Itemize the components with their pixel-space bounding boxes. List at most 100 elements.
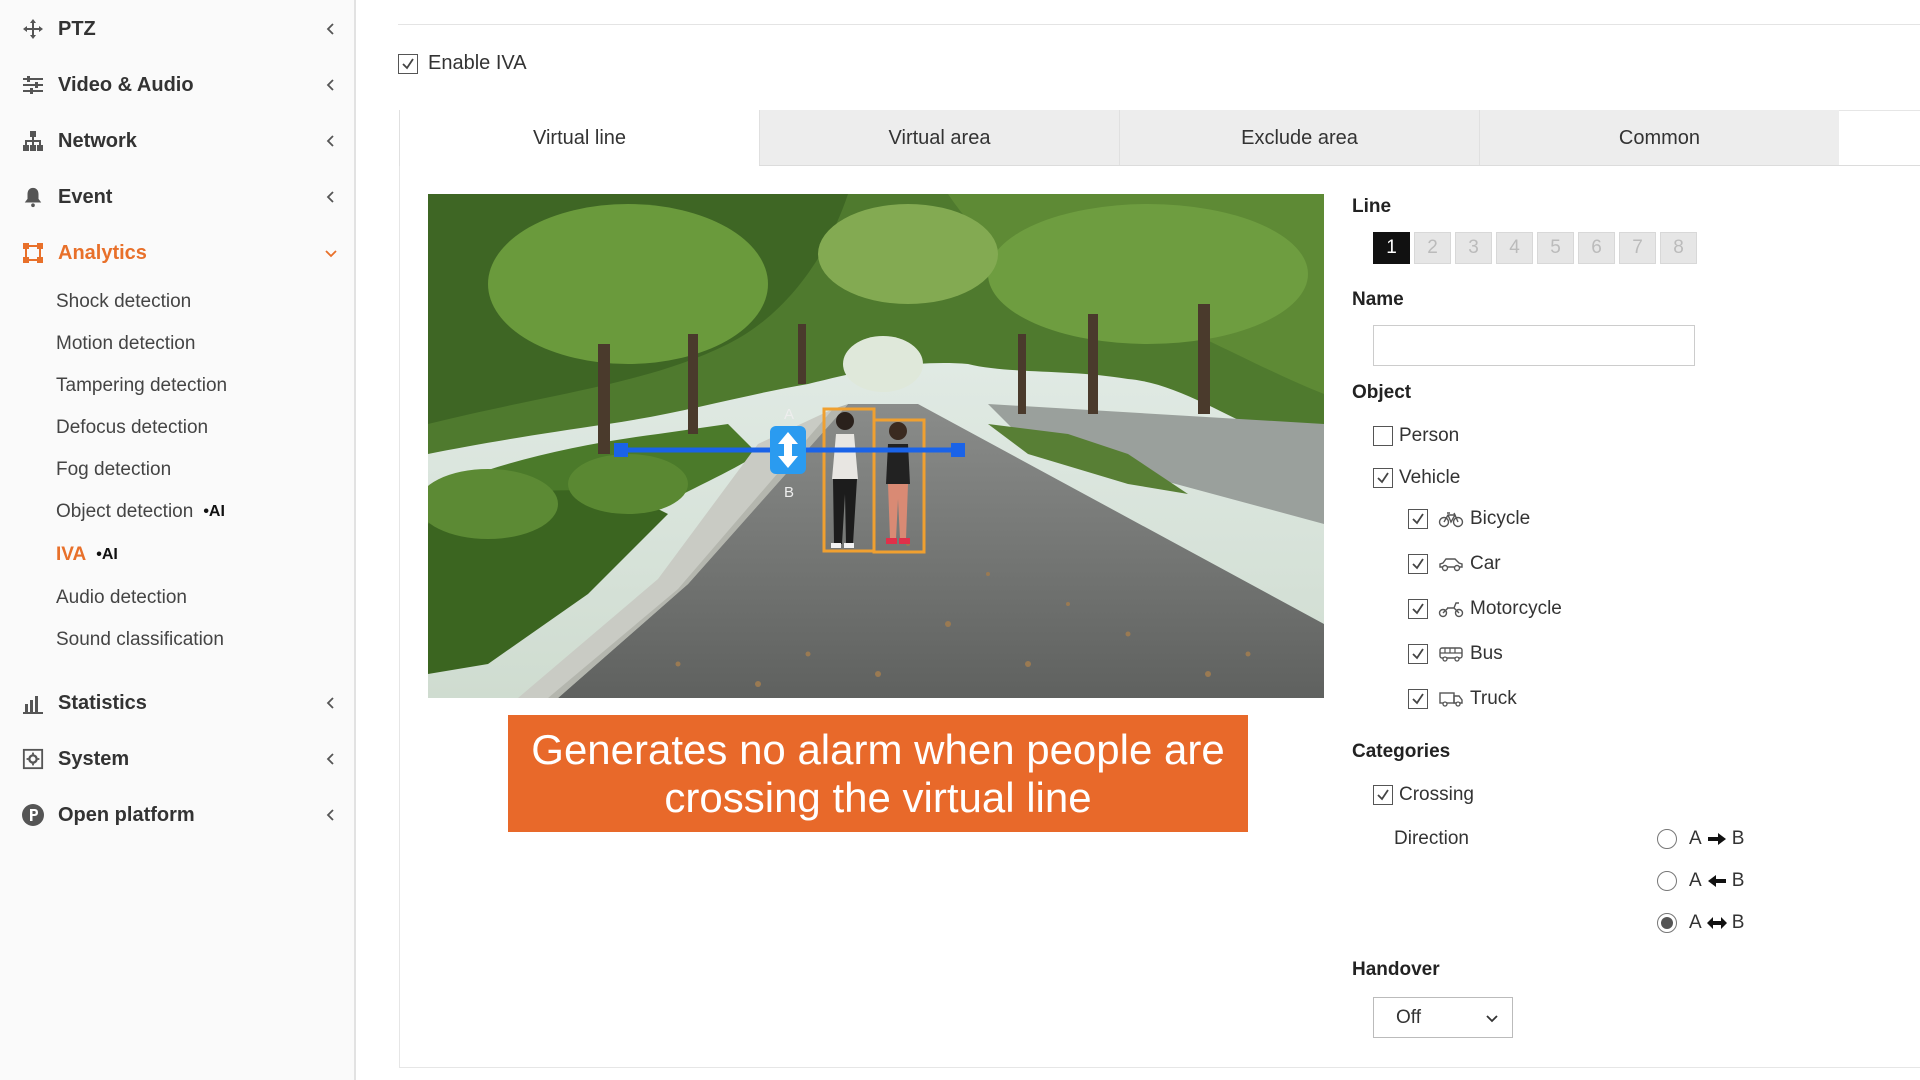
line-button-8[interactable]: 8 [1660, 232, 1697, 264]
sidebar-item-label: System [58, 747, 130, 770]
sidebar-subitem-object-detection[interactable]: Object detection •AI [56, 495, 225, 529]
sidebar-subitem-sound-classification[interactable]: Sound classification [56, 623, 224, 657]
line-section-title: Line [1352, 196, 1392, 217]
chevron-down-icon [1486, 1015, 1498, 1023]
sidebar-item-label: Video & Audio [58, 73, 194, 96]
line-endpoint-handle[interactable] [951, 443, 965, 457]
bicycle-option[interactable]: Bicycle [1408, 508, 1530, 530]
tab-virtual-line[interactable]: Virtual line [399, 110, 759, 166]
direction-b-to-a[interactable]: A B [1657, 870, 1744, 892]
car-label: Car [1470, 553, 1501, 574]
sidebar-item-label: Statistics [58, 691, 147, 714]
sidebar-item-open-platform[interactable]: Open platform [0, 791, 356, 839]
left-arrow-icon [1707, 875, 1726, 887]
direction-to: B [1731, 912, 1745, 933]
subitem-label: Tampering detection [56, 375, 228, 396]
direction-radio-selected[interactable] [1657, 913, 1677, 933]
direction-from: A [1689, 828, 1702, 849]
direction-radio[interactable] [1657, 871, 1677, 891]
truck-checkbox[interactable] [1408, 689, 1428, 709]
line-label-b: B [784, 484, 794, 501]
person-label: Person [1399, 425, 1460, 446]
chevron-left-icon [322, 76, 340, 94]
bus-option[interactable]: Bus [1408, 643, 1503, 665]
crossing-checkbox[interactable] [1373, 785, 1393, 805]
bus-label: Bus [1470, 643, 1503, 664]
sidebar-subitem-motion-detection[interactable]: Motion detection [56, 327, 195, 361]
subitem-label: Sound classification [56, 629, 224, 650]
top-divider [398, 24, 1920, 25]
truck-option[interactable]: Truck [1408, 688, 1517, 710]
direction-a-to-b[interactable]: A B [1657, 828, 1744, 850]
sidebar-subitem-defocus-detection[interactable]: Defocus detection [56, 411, 208, 445]
car-option[interactable]: Car [1408, 553, 1501, 575]
sidebar-subitem-fog-detection[interactable]: Fog detection [56, 453, 171, 487]
sidebar-subitem-tampering-detection[interactable]: Tampering detection [56, 369, 227, 403]
object-section-title: Object [1352, 382, 1412, 403]
handover-select[interactable]: Off [1373, 997, 1513, 1038]
enable-iva-checkbox[interactable] [398, 53, 418, 74]
handover-value: Off [1396, 1006, 1421, 1028]
sidebar-item-ptz[interactable]: PTZ [0, 5, 356, 53]
sidebar-item-video-audio[interactable]: Video & Audio [0, 61, 356, 109]
sidebar-item-system[interactable]: System [0, 735, 356, 783]
enable-iva-toggle[interactable]: Enable IVA [398, 52, 527, 75]
sliders-icon [20, 72, 46, 98]
subitem-label: IVA [56, 544, 87, 565]
motorcycle-checkbox[interactable] [1408, 599, 1428, 619]
subitem-label: Audio detection [56, 587, 187, 608]
tab-exclude-area[interactable]: Exclude area [1119, 110, 1479, 166]
tab-common[interactable]: Common [1479, 110, 1839, 166]
bus-checkbox[interactable] [1408, 644, 1428, 664]
line-button-5[interactable]: 5 [1537, 232, 1574, 264]
sidebar-subitem-shock-detection[interactable]: Shock detection [56, 285, 191, 319]
sidebar-item-label: Analytics [58, 241, 147, 264]
line-endpoint-handle[interactable] [614, 443, 628, 457]
direction-text: A B [1689, 870, 1744, 892]
line-selector: 1 2 3 4 5 6 7 8 [1373, 232, 1697, 264]
chevron-down-icon [322, 244, 340, 262]
direction-both[interactable]: A B [1657, 912, 1744, 934]
direction-radio[interactable] [1657, 829, 1677, 849]
sidebar: PTZ Video & Audio Network Event Analytic… [0, 0, 356, 1080]
line-button-4[interactable]: 4 [1496, 232, 1533, 264]
vehicle-checkbox[interactable] [1373, 468, 1393, 488]
right-arrow-icon [1707, 833, 1726, 845]
line-button-6[interactable]: 6 [1578, 232, 1615, 264]
motorcycle-option[interactable]: Motorcycle [1408, 598, 1562, 620]
person-checkbox[interactable] [1373, 426, 1393, 446]
caption-banner: Generates no alarm when people are cross… [508, 715, 1248, 832]
sidebar-subitem-audio-detection[interactable]: Audio detection [56, 581, 187, 615]
line-button-2[interactable]: 2 [1414, 232, 1451, 264]
line-button-1[interactable]: 1 [1373, 232, 1410, 264]
move-arrows-icon [20, 16, 46, 42]
sidebar-item-statistics[interactable]: Statistics [0, 679, 356, 727]
sidebar-item-analytics[interactable]: Analytics [0, 229, 356, 277]
vehicle-option[interactable]: Vehicle [1373, 467, 1460, 489]
sidebar-item-network[interactable]: Network [0, 117, 356, 165]
direction-to: B [1731, 870, 1745, 891]
sidebar-item-label: Open platform [58, 803, 195, 826]
person-option[interactable]: Person [1373, 425, 1459, 447]
sidebar-item-event[interactable]: Event [0, 173, 356, 221]
vehicle-label: Vehicle [1399, 467, 1461, 488]
subitem-label: Motion detection [56, 333, 196, 354]
bell-icon [20, 184, 46, 210]
bus-icon [1438, 645, 1464, 663]
car-icon [1438, 555, 1464, 573]
sidebar-subitem-iva[interactable]: IVA •AI [56, 538, 118, 572]
subitem-label: Defocus detection [56, 417, 209, 438]
tab-bar: Virtual line Virtual area Exclude area C… [399, 110, 1839, 166]
bicycle-checkbox[interactable] [1408, 509, 1428, 529]
tab-virtual-area[interactable]: Virtual area [759, 110, 1119, 166]
direction-label: Direction [1394, 828, 1469, 849]
camera-preview[interactable]: A B [428, 194, 1324, 698]
line-button-3[interactable]: 3 [1455, 232, 1492, 264]
line-button-7[interactable]: 7 [1619, 232, 1656, 264]
bicycle-icon [1438, 510, 1464, 528]
line-name-input[interactable] [1373, 325, 1695, 366]
crossing-option[interactable]: Crossing [1373, 784, 1474, 806]
camera-scene: A B [428, 194, 1324, 698]
network-tree-icon [20, 128, 46, 154]
car-checkbox[interactable] [1408, 554, 1428, 574]
